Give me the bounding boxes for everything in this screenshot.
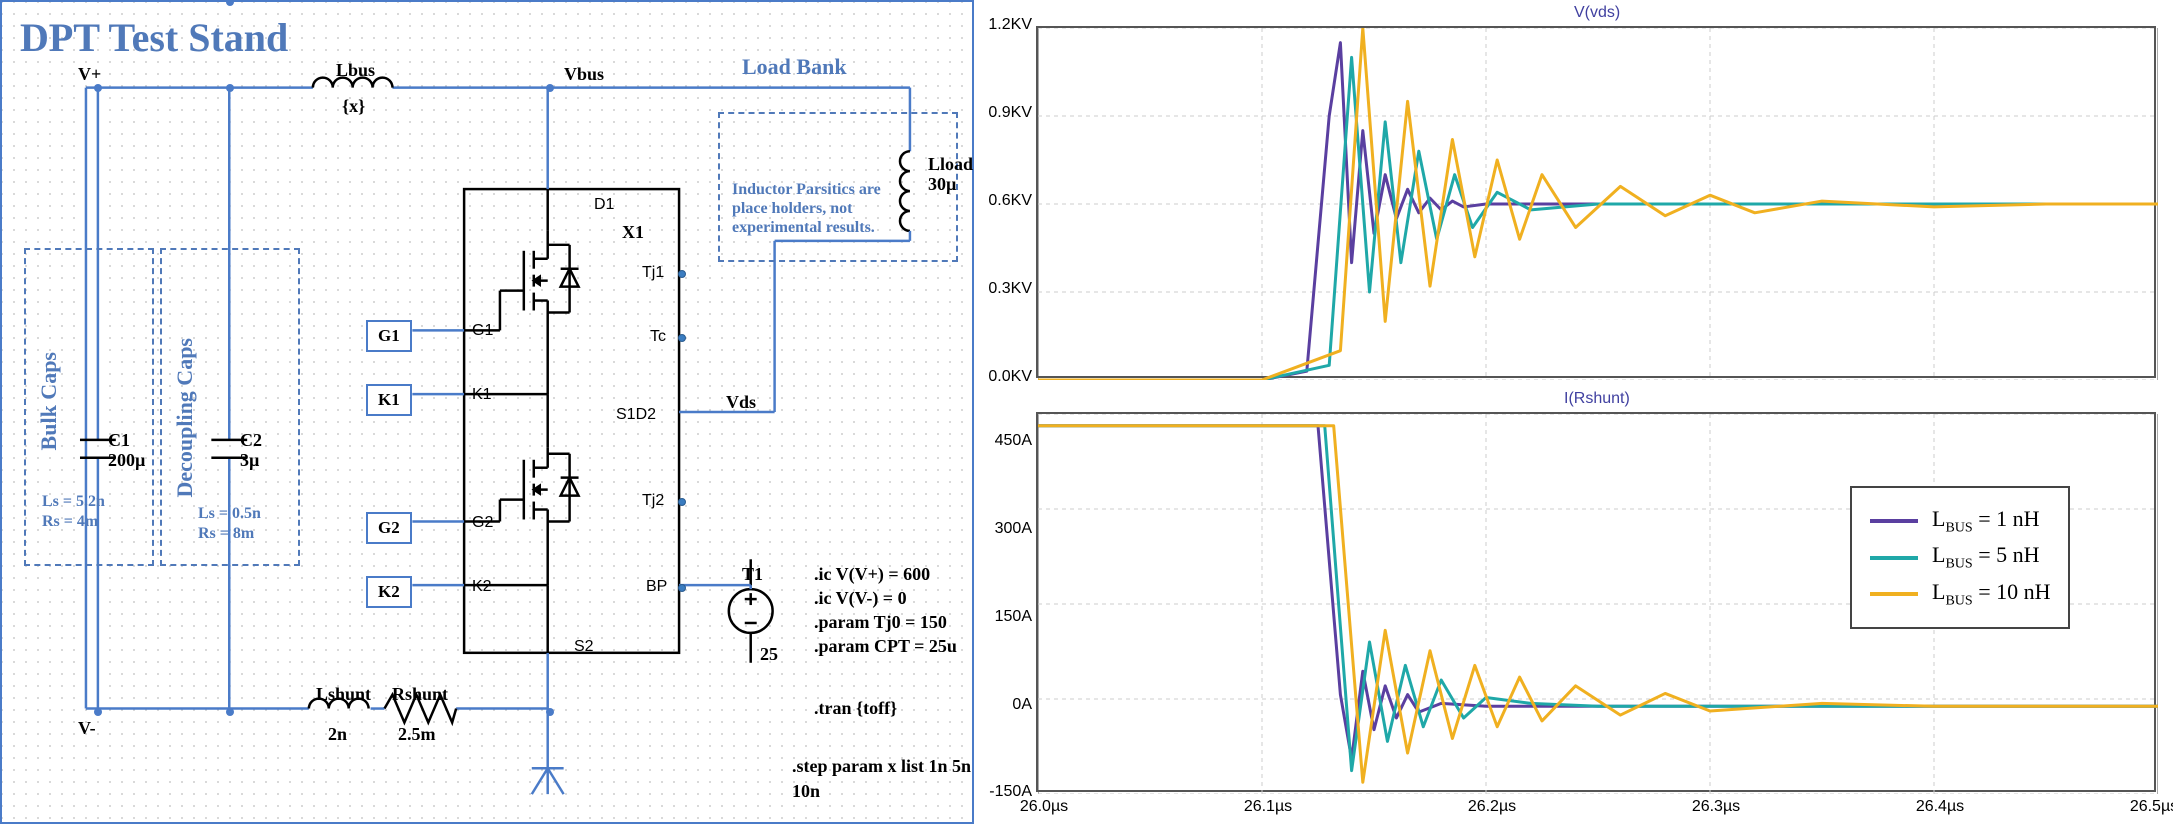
x-tick: 26.5µs	[2124, 798, 2173, 816]
c1-value: 200µ	[108, 450, 145, 471]
port-k1: K1	[366, 384, 412, 416]
port-k2: K2	[366, 576, 412, 608]
chart-vds-svg	[1038, 28, 2158, 380]
rshunt-name: Rshunt	[392, 684, 448, 705]
y-tick: 0.6KV	[972, 192, 1032, 210]
pin-g2: G2	[472, 514, 493, 532]
y-tick: 300A	[972, 520, 1032, 538]
lshunt-value: 2n	[328, 724, 347, 745]
lbus-name: Lbus	[336, 60, 375, 81]
legend-swatch	[1870, 519, 1918, 523]
legend-text: LBUS = 5 nH	[1932, 542, 2039, 572]
chart1-title: V(vds)	[1574, 4, 1620, 22]
lload-name: Lload	[928, 154, 973, 175]
spice-step: .step param x list 1n 5n 10n	[792, 754, 972, 804]
c1-name: C1	[108, 430, 130, 451]
inductor-note: Inductor Parsitics are place holders, no…	[732, 180, 882, 238]
bulk-caps-label: Bulk Caps	[36, 352, 62, 450]
x-tick: 26.1µs	[1238, 798, 1298, 816]
pin-bp: BP	[646, 578, 667, 596]
schematic-title: DPT Test Stand	[20, 14, 288, 61]
net-vminus: V-	[78, 718, 96, 739]
pin-s2: S2	[574, 638, 594, 656]
legend-item: LBUS = 1 nH	[1870, 506, 2050, 536]
junction	[94, 708, 102, 716]
spice-param-cpt: .param CPT = 25u	[814, 634, 957, 659]
legend-item: LBUS = 10 nH	[1870, 579, 2050, 609]
pin-tj1: Tj1	[642, 264, 664, 282]
chart-vds	[1036, 26, 2156, 378]
legend-text: LBUS = 10 nH	[1932, 579, 2050, 609]
pin-dot	[678, 498, 686, 506]
y-tick: 150A	[972, 608, 1032, 626]
pin-d1: D1	[594, 196, 614, 214]
net-vplus: V+	[78, 64, 101, 85]
port-g1: G1	[366, 320, 412, 352]
y-tick: 450A	[972, 432, 1032, 450]
schematic-panel: DPT Test Stand	[0, 0, 974, 824]
lload-value: 30µ	[928, 174, 956, 195]
pin-g1: G1	[472, 322, 493, 340]
pin-k1: K1	[472, 386, 492, 404]
c2-value: 3µ	[240, 450, 259, 471]
decoup-caps-label: Decoupling Caps	[172, 338, 198, 498]
c2-ls: Ls = 0.5n	[198, 504, 261, 523]
pin-dot	[678, 334, 686, 342]
spice-tran: .tran {toff}	[814, 696, 897, 721]
lshunt-name: Lshunt	[316, 684, 371, 705]
load-bank-label: Load Bank	[742, 54, 847, 80]
chart2-title: I(Rshunt)	[1564, 390, 1630, 408]
junction	[546, 84, 554, 92]
lbus-value: {x}	[342, 96, 365, 117]
legend-swatch	[1870, 556, 1918, 560]
y-tick: 1.2KV	[972, 16, 1032, 34]
pin-dot	[678, 584, 686, 592]
x-tick: 26.4µs	[1910, 798, 1970, 816]
spice-ic-vminus: .ic V(V-) = 0	[814, 586, 907, 611]
net-vds: Vds	[726, 392, 756, 413]
t1-name: T1	[742, 564, 763, 585]
legend-swatch	[1870, 592, 1918, 596]
junction	[226, 84, 234, 92]
spice-param-tj0: .param Tj0 = 150	[814, 610, 947, 635]
charts-panel: V(vds) 0.0KV 0.3KV 0.6KV 0.9KV 1.2KV I(R…	[974, 0, 2173, 824]
c2-name: C2	[240, 430, 262, 451]
y-tick: 0A	[972, 696, 1032, 714]
x-tick: 26.2µs	[1462, 798, 1522, 816]
net-vbus: Vbus	[564, 64, 604, 85]
pin-k2: K2	[472, 578, 492, 596]
t1-value: 25	[760, 644, 778, 665]
x-tick: 26.3µs	[1686, 798, 1746, 816]
legend-item: LBUS = 5 nH	[1870, 542, 2050, 572]
rshunt-value: 2.5m	[398, 724, 436, 745]
junction	[94, 84, 102, 92]
x1-label: X1	[622, 222, 644, 243]
y-tick: 0.3KV	[972, 280, 1032, 298]
pin-tj2: Tj2	[642, 492, 664, 510]
spice-ic-vplus: .ic V(V+) = 600	[814, 562, 930, 587]
junction	[546, 708, 554, 716]
port-g2: G2	[366, 512, 412, 544]
c2-rs: Rs = 8m	[198, 524, 254, 543]
y-tick: 0.9KV	[972, 104, 1032, 122]
y-tick: 0.0KV	[972, 368, 1032, 386]
pin-tc: Tc	[650, 328, 666, 346]
legend: LBUS = 1 nH LBUS = 5 nH LBUS = 10 nH	[1850, 486, 2070, 629]
pin-s1d2: S1D2	[616, 406, 656, 424]
junction	[226, 708, 234, 716]
x-tick: 26.0µs	[1014, 798, 1074, 816]
c1-ls: Ls = 5.2n	[42, 492, 105, 511]
pin-dot	[678, 270, 686, 278]
c1-rs: Rs = 4m	[42, 512, 98, 531]
legend-text: LBUS = 1 nH	[1932, 506, 2039, 536]
